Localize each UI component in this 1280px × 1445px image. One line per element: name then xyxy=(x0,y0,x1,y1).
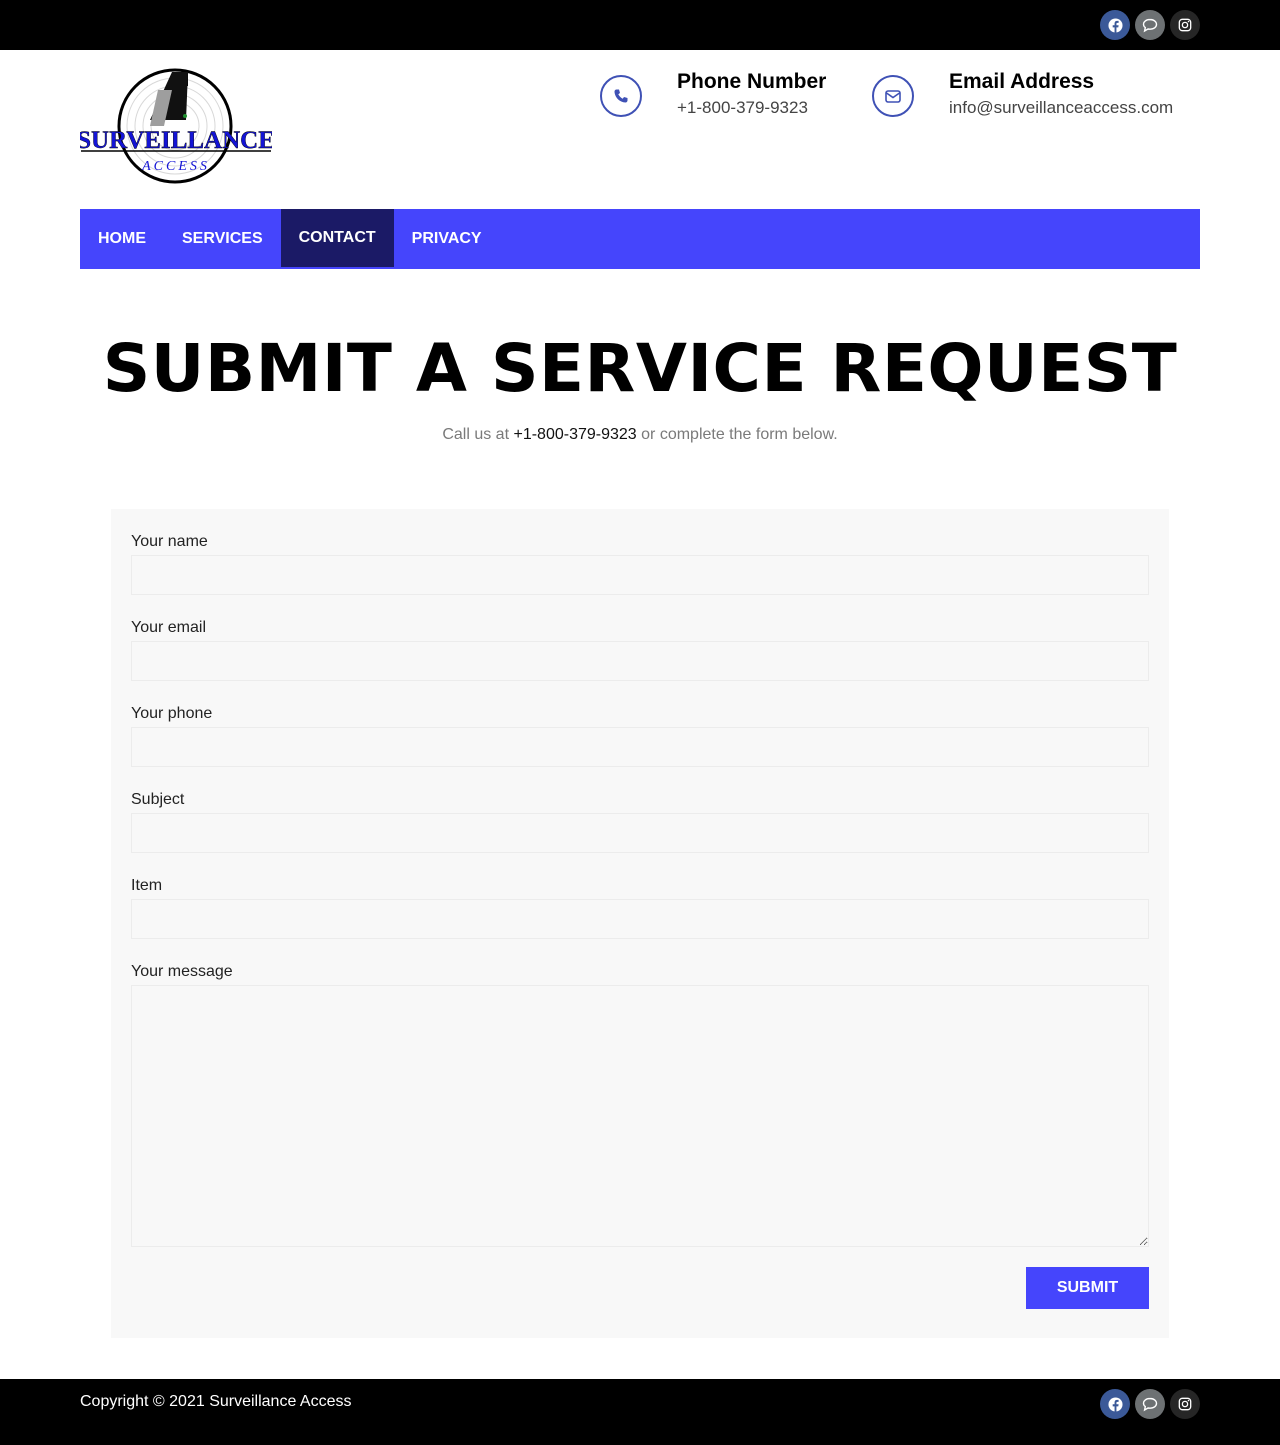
logo-text-sub: ACCESS xyxy=(141,159,210,174)
phone-icon xyxy=(600,75,642,117)
email-input[interactable] xyxy=(131,641,1149,681)
subtitle-prefix: Call us at xyxy=(442,426,510,443)
social-links-footer xyxy=(1100,1389,1200,1419)
subtitle-phone-link[interactable]: +1-800-379-9323 xyxy=(513,426,636,443)
email-title: Email Address xyxy=(949,70,1095,93)
copyright-text: Copyright © 2021 Surveillance Access xyxy=(80,1393,352,1410)
phone-title: Phone Number xyxy=(677,70,827,93)
message-label: Your message xyxy=(131,963,233,980)
main-nav: HOME SERVICES CONTACT PRIVACY xyxy=(80,209,1200,269)
facebook-icon[interactable] xyxy=(1100,1389,1130,1419)
footer: Copyright © 2021 Surveillance Access xyxy=(0,1379,1280,1445)
subject-label: Subject xyxy=(131,791,185,808)
item-label: Item xyxy=(131,877,163,894)
chat-icon[interactable] xyxy=(1135,1389,1165,1419)
email-label: Your email xyxy=(131,619,207,636)
phone-value[interactable]: +1-800-379-9323 xyxy=(677,96,826,120)
header-phone: Phone Number +1-800-379-9323 xyxy=(600,70,826,120)
chat-icon[interactable] xyxy=(1135,10,1165,40)
email-value[interactable]: info@surveillanceaccess.com xyxy=(949,96,1173,120)
nav-item-contact[interactable]: CONTACT xyxy=(280,209,394,267)
site-logo[interactable]: SURVEILLANCE ACCESS xyxy=(77,68,275,186)
social-links-top xyxy=(1100,10,1200,40)
page-title: SUBMIT A SERVICE REQUEST xyxy=(102,330,1178,407)
subtitle-suffix: or complete the form below. xyxy=(641,426,838,443)
instagram-icon[interactable] xyxy=(1170,10,1200,40)
name-label: Your name xyxy=(131,533,208,550)
instagram-icon[interactable] xyxy=(1170,1389,1200,1419)
nav-item-privacy[interactable]: PRIVACY xyxy=(394,209,500,269)
header-email: Email Address info@surveillanceaccess.co… xyxy=(872,70,1173,120)
phone-label: Your phone xyxy=(131,705,213,722)
page-subtitle: Call us at +1-800-379-9323 or complete t… xyxy=(0,426,1280,444)
envelope-icon xyxy=(872,75,914,117)
name-input[interactable] xyxy=(131,555,1149,595)
message-textarea[interactable] xyxy=(131,985,1149,1247)
phone-input[interactable] xyxy=(131,727,1149,767)
facebook-icon[interactable] xyxy=(1100,10,1130,40)
logo-text-main: SURVEILLANCE xyxy=(80,127,272,154)
item-input[interactable] xyxy=(131,899,1149,939)
subject-input[interactable] xyxy=(131,813,1149,853)
top-bar xyxy=(0,0,1280,50)
nav-item-services[interactable]: SERVICES xyxy=(164,209,281,269)
nav-item-home[interactable]: HOME xyxy=(80,209,164,269)
submit-button[interactable]: SUBMIT xyxy=(1026,1267,1149,1309)
service-request-form: Your name Your email Your phone Subject … xyxy=(111,509,1169,1338)
